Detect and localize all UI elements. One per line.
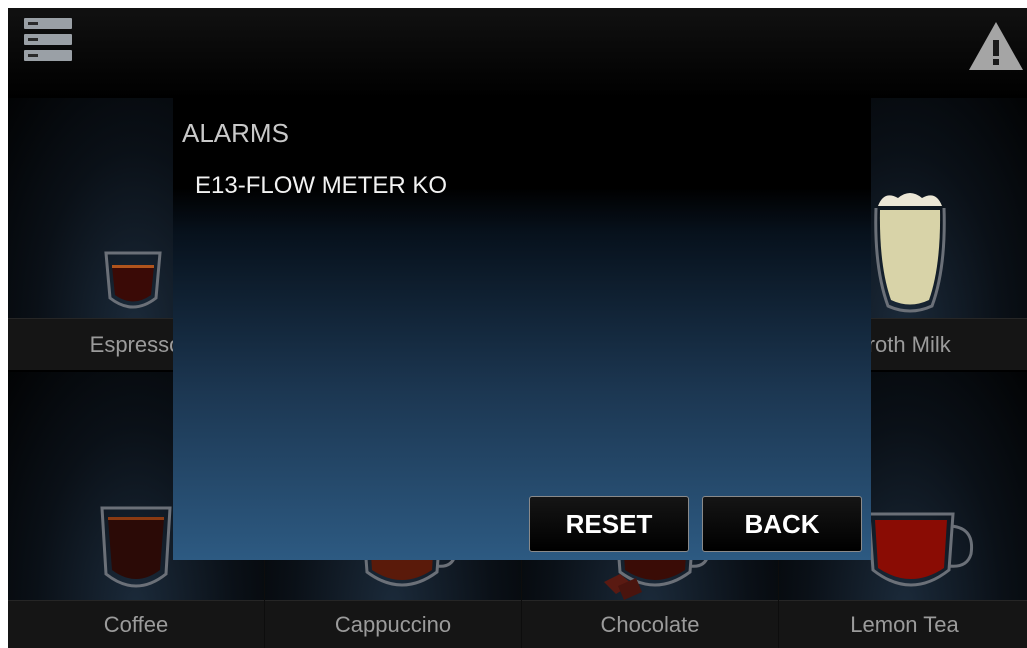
machine-screen: Espresso Froth Milk Coffee Cappuccino Ch… bbox=[8, 8, 1027, 648]
drink-label-coffee: Coffee bbox=[8, 600, 264, 648]
menu-list-icon[interactable] bbox=[24, 18, 72, 62]
dialog-title: ALARMS bbox=[182, 118, 289, 148]
alarm-item[interactable]: E13-FLOW METER KO bbox=[195, 172, 447, 200]
tea-cup-icon bbox=[867, 512, 974, 587]
back-button[interactable]: BACK bbox=[702, 496, 862, 552]
espresso-cup-icon bbox=[104, 251, 162, 309]
milk-glass-icon bbox=[874, 193, 946, 313]
drink-label-chocolate: Chocolate bbox=[522, 600, 778, 648]
warning-triangle-icon[interactable] bbox=[967, 20, 1025, 72]
drink-label-lemon-tea: Lemon Tea bbox=[779, 600, 1027, 648]
top-bar bbox=[8, 8, 1027, 98]
coffee-cup-icon bbox=[100, 506, 172, 588]
reset-button[interactable]: RESET bbox=[529, 496, 689, 552]
drink-label-cappuccino: Cappuccino bbox=[265, 600, 521, 648]
